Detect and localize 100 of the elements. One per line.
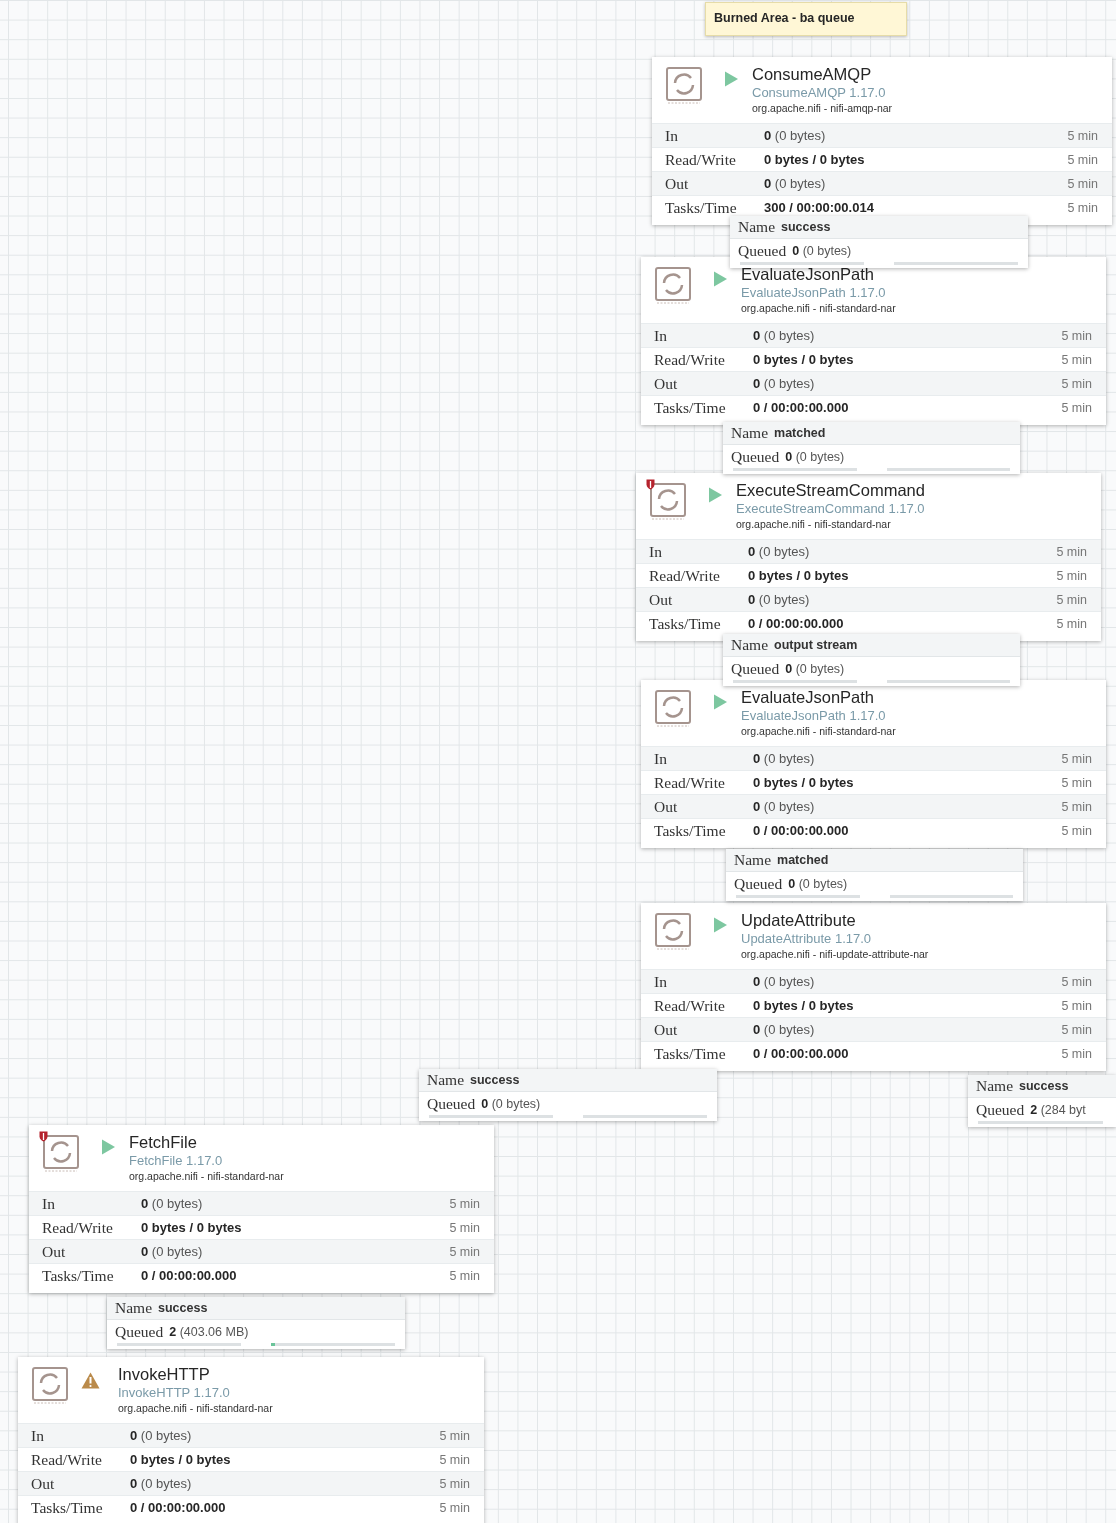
sticky-note: Burned Area - ba queue xyxy=(705,2,907,36)
stat-label: Read/Write xyxy=(42,1218,114,1237)
warning-icon xyxy=(81,1372,100,1389)
queued-value: 0 (0 bytes) xyxy=(785,449,845,464)
stat-label: Out xyxy=(654,374,679,393)
stat-window: 5 min xyxy=(1061,352,1092,367)
stat-label: In xyxy=(42,1194,56,1213)
processor-icon xyxy=(665,66,703,106)
processor-type: ExecuteStreamCommand 1.17.0 xyxy=(736,500,925,517)
stat-value: 0 (0 bytes) xyxy=(753,799,816,814)
stat-window: 5 min xyxy=(1061,799,1092,814)
processor-card[interactable]: ExecuteStreamCommand ExecuteStreamCommand 1.17.0 org.apache.nifi - nifi-standard-nar In 0 (0 bytes) 5 min Read/Write 0 bytes / 0 bytes 5 min Out 0 (0 bytes) 5 min Tasks/Time 0 / 00:00:00.000 5 min xyxy=(636,473,1101,641)
stat-label: Tasks/Time xyxy=(665,198,738,217)
stat-label: Out xyxy=(665,174,690,193)
stat-value: 0 / 00:00:00.000 xyxy=(753,400,850,415)
stat-window: 5 min xyxy=(439,1428,470,1443)
stat-value: 300 / 00:00:00.014 xyxy=(764,200,875,215)
queued-value: 0 (0 bytes) xyxy=(481,1096,541,1111)
field-label: Queued xyxy=(976,1100,1025,1119)
connection-label[interactable]: Name success Queued 2 (284 byt xyxy=(968,1075,1116,1127)
stat-window: 5 min xyxy=(1061,998,1092,1013)
stat-window: 5 min xyxy=(1061,775,1092,790)
queued-value: 0 (0 bytes) xyxy=(788,876,848,891)
processor-bundle: org.apache.nifi - nifi-standard-nar xyxy=(736,517,892,532)
processor-type: EvaluateJsonPath 1.17.0 xyxy=(741,707,887,724)
queued-value: 2 (284 byt xyxy=(1030,1102,1086,1117)
play-icon xyxy=(101,1139,116,1155)
field-label: Queued xyxy=(115,1322,164,1341)
stat-value: 0 (0 bytes) xyxy=(748,544,811,559)
processor-name: UpdateAttribute xyxy=(741,910,857,930)
processor-bundle: org.apache.nifi - nifi-standard-nar xyxy=(129,1169,284,1184)
queued-value: 0 (0 bytes) xyxy=(792,243,852,258)
stat-label: Out xyxy=(654,1020,679,1039)
play-icon xyxy=(713,917,728,933)
stat-value: 0 (0 bytes) xyxy=(753,376,816,391)
field-label: Queued xyxy=(734,874,783,893)
stat-value: 0 (0 bytes) xyxy=(753,1022,816,1037)
stat-window: 5 min xyxy=(1056,592,1087,607)
stat-window: 5 min xyxy=(439,1476,470,1491)
play-icon xyxy=(713,694,728,710)
field-label: Queued xyxy=(738,241,787,260)
processor-type: EvaluateJsonPath 1.17.0 xyxy=(741,284,887,301)
processor-type: UpdateAttribute 1.17.0 xyxy=(741,930,873,947)
stat-value: 0 bytes / 0 bytes xyxy=(753,352,855,367)
connection-name: success xyxy=(158,1301,208,1315)
processor-card[interactable]: EvaluateJsonPath EvaluateJsonPath 1.17.0 org.apache.nifi - nifi-standard-nar In 0 (0 bytes) 5 min Read/Write 0 bytes / 0 bytes 5 min Out 0 (0 bytes) 5 min Tasks/Time 0 / 00:00:00.000 5 min xyxy=(641,680,1106,848)
stat-label: In xyxy=(31,1426,45,1445)
connection-name: success xyxy=(470,1073,520,1087)
connection-label[interactable]: Name output stream Queued 0 (0 bytes) xyxy=(723,634,1020,686)
processor-icon xyxy=(649,482,687,522)
stat-label: Read/Write xyxy=(31,1450,103,1469)
connection-name: matched xyxy=(777,853,829,867)
play-icon xyxy=(708,487,723,503)
stat-window: 5 min xyxy=(1061,328,1092,343)
processor-card[interactable]: InvokeHTTP InvokeHTTP 1.17.0 org.apache.nifi - nifi-standard-nar In 0 (0 bytes) 5 min Read/Write 0 bytes / 0 bytes 5 min Out 0 (0 bytes) 5 min Tasks/Time 0 / 00:00:00.000 5 min xyxy=(18,1357,484,1523)
field-label: Name xyxy=(734,851,771,869)
processor-name: EvaluateJsonPath xyxy=(741,687,875,707)
stat-value: 0 / 00:00:00.000 xyxy=(141,1268,238,1283)
field-label: Queued xyxy=(427,1094,476,1113)
field-label: Name xyxy=(976,1077,1013,1095)
stat-label: Out xyxy=(31,1474,56,1493)
stat-value: 0 bytes / 0 bytes xyxy=(764,152,866,167)
stat-window: 5 min xyxy=(449,1196,480,1211)
processor-icon xyxy=(42,1134,80,1174)
stat-value: 0 / 00:00:00.000 xyxy=(753,823,850,838)
stat-label: Tasks/Time xyxy=(649,614,722,633)
stat-label: Out xyxy=(649,590,674,609)
connection-label[interactable]: Name success Queued 0 (0 bytes) xyxy=(730,216,1028,268)
connection-name: output stream xyxy=(774,638,858,652)
stat-label: Read/Write xyxy=(654,350,726,369)
stat-value: 0 bytes / 0 bytes xyxy=(753,998,855,1013)
processor-name: ConsumeAMQP xyxy=(752,64,873,84)
stat-label: Read/Write xyxy=(654,773,726,792)
stat-value: 0 (0 bytes) xyxy=(753,974,816,989)
connection-label[interactable]: Name matched Queued 0 (0 bytes) xyxy=(726,849,1023,901)
stat-window: 5 min xyxy=(1056,616,1087,631)
stat-value: 0 / 00:00:00.000 xyxy=(753,1046,850,1061)
stat-window: 5 min xyxy=(1061,1022,1092,1037)
field-label: Name xyxy=(731,424,768,442)
stat-label: In xyxy=(665,126,679,145)
stat-value: 0 (0 bytes) xyxy=(753,751,816,766)
play-icon xyxy=(713,271,728,287)
stat-label: Tasks/Time xyxy=(654,398,727,417)
processor-bundle: org.apache.nifi - nifi-standard-nar xyxy=(741,301,896,316)
stat-value: 0 (0 bytes) xyxy=(130,1428,193,1443)
queued-value: 2 (403.06 MB) xyxy=(169,1324,249,1339)
stat-label: Read/Write xyxy=(654,996,726,1015)
stat-value: 0 (0 bytes) xyxy=(764,176,827,191)
processor-card[interactable]: UpdateAttribute UpdateAttribute 1.17.0 org.apache.nifi - nifi-update-attribute-nar In 0 (0 bytes) 5 min Read/Write 0 bytes / 0 bytes 5 min Out 0 (0 bytes) 5 min Tasks/Time 0 / 00:00:00.000 5 min xyxy=(641,903,1106,1071)
stat-label: Read/Write xyxy=(665,150,737,169)
processor-card[interactable]: FetchFile FetchFile 1.17.0 org.apache.nifi - nifi-standard-nar In 0 (0 bytes) 5 min Read/Write 0 bytes / 0 bytes 5 min Out 0 (0 bytes) 5 min Tasks/Time 0 / 00:00:00.000 5 min xyxy=(29,1125,494,1293)
stat-window: 5 min xyxy=(449,1220,480,1235)
processor-bundle: org.apache.nifi - nifi-standard-nar xyxy=(118,1401,273,1416)
connection-label[interactable]: Name success Queued 0 (0 bytes) xyxy=(419,1069,717,1121)
connection-label[interactable]: Name matched Queued 0 (0 bytes) xyxy=(723,422,1020,474)
connection-name: matched xyxy=(774,426,826,440)
processor-name: InvokeHTTP xyxy=(118,1364,211,1384)
stat-window: 5 min xyxy=(449,1244,480,1259)
connection-label[interactable]: Name success Queued 2 (403.06 MB) xyxy=(107,1297,405,1349)
stat-label: Tasks/Time xyxy=(654,821,727,840)
